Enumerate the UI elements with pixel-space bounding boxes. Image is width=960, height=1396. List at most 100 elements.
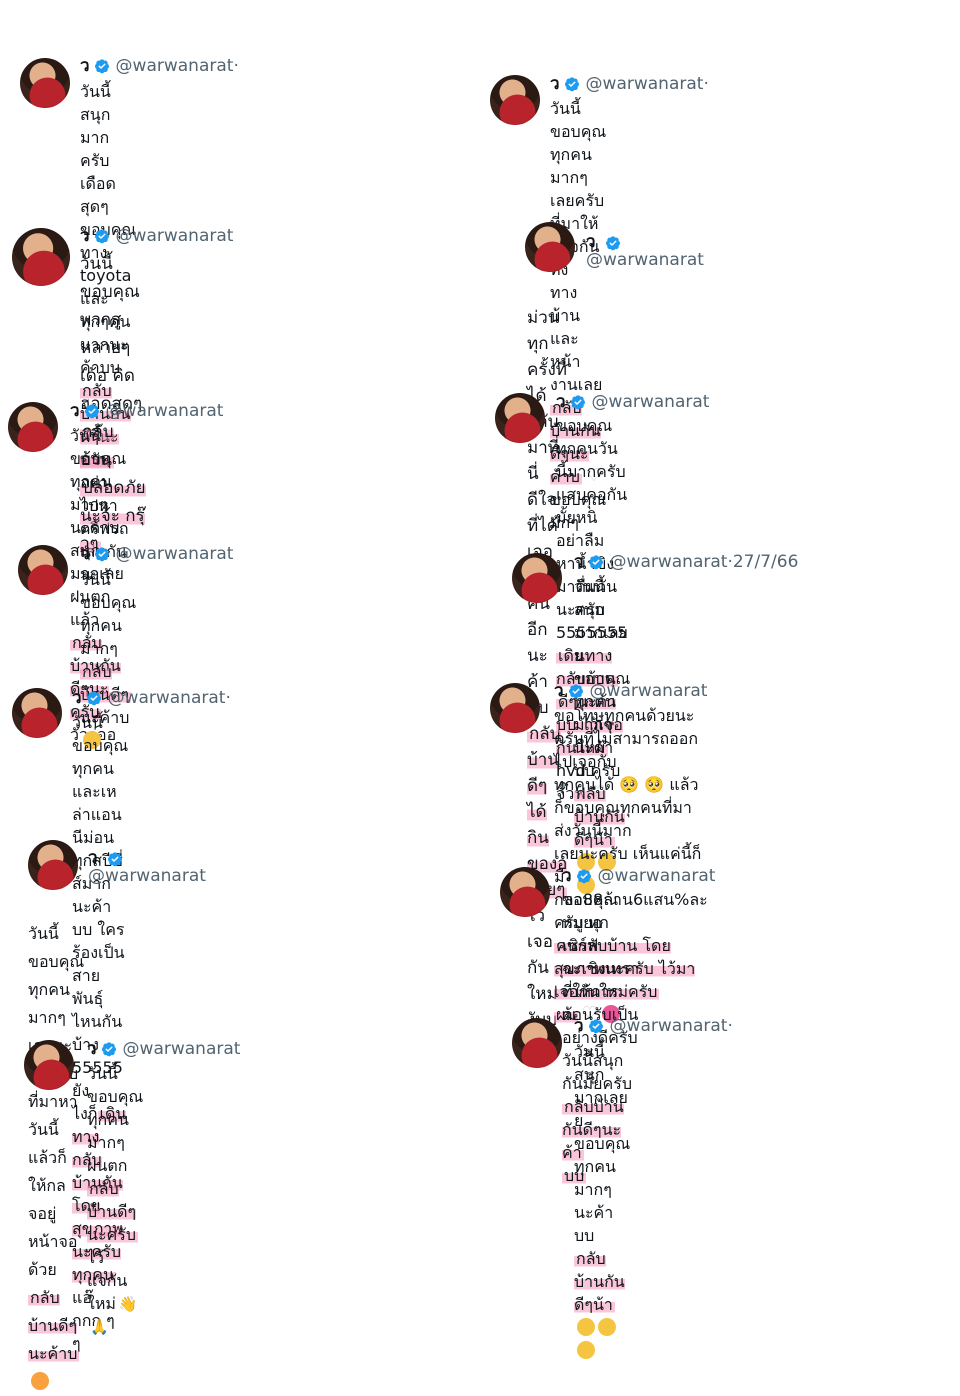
tweet-header: ว @warwanarat xyxy=(562,862,715,889)
display-name[interactable]: ว xyxy=(574,548,584,575)
highlighted-text: กลับบ้านดีๆนะค้าบ xyxy=(28,1288,80,1363)
grimacing-emoji-icon xyxy=(577,1318,595,1336)
tweet-date[interactable]: 27/7/66 xyxy=(733,552,799,572)
tweet-header: ว @warwanarat xyxy=(87,1035,240,1062)
tweet-header: ว @warwanarat xyxy=(80,222,233,249)
avatar[interactable] xyxy=(490,75,540,125)
display-name[interactable]: ว xyxy=(80,540,90,567)
highlighted-text: กลับบ้านกันดีๆน้า xyxy=(574,1249,625,1314)
tweet-header: ว @warwanarat · 27/7/66 xyxy=(574,548,798,575)
tweet-line: ขอบคุณหมูยอ เซิร์ฟฉะเชิงเทรา ที่ให้การต้… xyxy=(562,890,640,1024)
avatar[interactable] xyxy=(500,867,550,917)
dot-separator: · xyxy=(225,687,231,708)
tweet-line: ขอโทษทุกคนด้วยนะครับที่ไม่สามารถออกไปเจอ… xyxy=(554,706,699,771)
verified-badge-icon xyxy=(570,394,586,410)
waving-hand-emoji-icon xyxy=(119,1293,138,1316)
tweet-text: วันนี้สนุกมากเลยย ขอบคุณทุกคนมากๆนะค้าบบ… xyxy=(574,1040,630,1362)
tweet-text-segment: วันนี้ขอบคุณทุกคนมากๆ xyxy=(80,570,137,658)
tweet-header: ว @warwanarat · xyxy=(80,52,239,79)
tweet-handle-row: @warwanarat xyxy=(586,250,704,270)
tweet-header: ว @warwanarat xyxy=(554,677,707,704)
verified-badge-icon xyxy=(101,1041,117,1057)
tweet-header: ว @warwanarat · xyxy=(574,1012,733,1039)
handle[interactable]: @warwanarat xyxy=(586,250,704,270)
tweet-line: ไว้แจกันใหม่ xyxy=(87,1246,143,1339)
verified-badge-icon xyxy=(564,76,580,92)
handle[interactable]: @warwanarat xyxy=(590,681,708,701)
dot-separator: · xyxy=(703,73,709,94)
verified-badge-icon xyxy=(576,868,592,884)
tweet-line: ขอบคุณทุกคนวันนี้มากครับ แสบคอกันมั้ยหนิ… xyxy=(556,416,628,550)
handle[interactable]: @warwanarat xyxy=(88,866,206,886)
display-name[interactable]: ว xyxy=(87,1035,97,1062)
display-name[interactable]: ว xyxy=(80,222,90,249)
handle[interactable]: @warwanarat xyxy=(108,688,226,708)
avatar[interactable] xyxy=(18,545,68,595)
tweet-line: แล้วก็ให้กลจอยู่หน้าจอด้วย กลับบ้านดีๆนะ… xyxy=(28,1144,84,1396)
handle[interactable]: @warwanarat xyxy=(106,401,224,421)
avatar[interactable] xyxy=(28,840,78,890)
avatar[interactable] xyxy=(8,402,58,452)
grimacing-emoji-icon xyxy=(598,1318,616,1336)
tweet-line: วันนี้ขอบคุณทุกคนมากๆเลยนะค้าบบบ ที่มาหา… xyxy=(28,924,85,1139)
kissing-emoji-icon xyxy=(31,1372,49,1390)
handle[interactable]: @warwanarat xyxy=(116,56,234,76)
handle[interactable]: @warwanarat xyxy=(116,544,234,564)
tweet-text-segment: วันนี้ขอบคุณทุกคนมากๆ ฝนตก xyxy=(87,1064,144,1175)
display-name[interactable]: ว xyxy=(80,52,90,79)
avatar[interactable] xyxy=(24,1040,74,1090)
verified-badge-icon xyxy=(605,235,621,251)
tweet-header: ว @warwanarat xyxy=(80,540,233,567)
tweet-handle-row: @warwanarat xyxy=(88,866,206,886)
dot-separator: · xyxy=(233,55,239,76)
avatar[interactable] xyxy=(12,688,62,738)
avatar[interactable] xyxy=(495,393,545,443)
verified-badge-icon xyxy=(94,546,110,562)
display-name[interactable]: ว xyxy=(562,862,572,889)
tweet-line: วันนี้สนุกมากเลยย ขอบคุณทุกคนมากๆนะค้าบบ xyxy=(574,1042,631,1245)
avatar[interactable] xyxy=(490,683,540,733)
verified-badge-icon xyxy=(588,554,604,570)
tweet-header: ว @warwanarat xyxy=(70,397,223,424)
verified-badge-icon xyxy=(84,403,100,419)
handle[interactable]: @warwanarat xyxy=(610,1016,728,1036)
dot-separator: · xyxy=(727,1015,733,1036)
display-name[interactable]: ว xyxy=(574,1012,584,1039)
tweet-line: ทุกคนได้ 🥺 🥺 แล้วก็ขอบคุณทุกคนที่มาส่งวั… xyxy=(554,775,699,840)
tweet-line: วันนี้ขอบคุณทุกคนมากๆ ฝนตก กลับบ้านดีๆนะ… xyxy=(87,1062,143,1246)
display-name[interactable]: ว xyxy=(88,848,98,868)
tweet-text: วันนี้ขอบคุณทุกคนมากๆ ฝนตก กลับบ้านดีๆนะ… xyxy=(87,1062,143,1339)
verified-badge-icon xyxy=(94,228,110,244)
tweet-line: กลับบ้านกันดีๆน้า xyxy=(574,1247,630,1362)
display-name[interactable]: ว xyxy=(70,397,80,424)
tweet-header: ว @warwanarat · xyxy=(550,70,709,97)
display-name[interactable]: ว xyxy=(72,684,82,711)
avatar[interactable] xyxy=(512,553,562,603)
verified-badge-icon xyxy=(588,1018,604,1034)
tweet-header: ว @warwanarat xyxy=(556,388,709,415)
handle[interactable]: @warwanarat xyxy=(586,74,704,94)
avatar[interactable] xyxy=(525,222,575,272)
avatar[interactable] xyxy=(12,228,70,286)
avatar[interactable] xyxy=(512,1018,562,1068)
verified-badge-icon xyxy=(94,58,110,74)
avatar[interactable] xyxy=(20,58,70,108)
tweet-text-segment: วันนี้ขอบคุณพวกสูหลายๆเด้อ คิดฮอดสุดๆ xyxy=(80,254,143,414)
handle[interactable]: @warwanarat xyxy=(123,1039,241,1059)
grimacing-emoji-icon xyxy=(577,1341,595,1359)
handle[interactable]: @warwanarat xyxy=(592,392,710,412)
display-name[interactable]: ว xyxy=(550,70,560,97)
verified-badge-icon xyxy=(568,683,584,699)
handle[interactable]: @warwanarat xyxy=(116,226,234,246)
tweet-text: วันนี้ขอบคุณทุกคนมากๆเลยนะค้าบบบ ที่มาหา… xyxy=(28,920,84,1396)
verified-badge-icon xyxy=(107,851,123,867)
handle[interactable]: @warwanarat xyxy=(610,552,728,572)
tweet-text-segment: แล้วก็ให้กลจอยู่หน้าจอด้วย xyxy=(28,1148,78,1279)
display-name[interactable]: ว xyxy=(556,388,566,415)
handle[interactable]: @warwanarat xyxy=(598,866,716,886)
display-name[interactable]: ว xyxy=(586,232,596,252)
folded-hands-emoji-icon xyxy=(90,1316,109,1339)
verified-badge-icon xyxy=(86,690,102,706)
tweet-header: ว @warwanarat · xyxy=(72,684,231,711)
display-name[interactable]: ว xyxy=(554,677,564,704)
